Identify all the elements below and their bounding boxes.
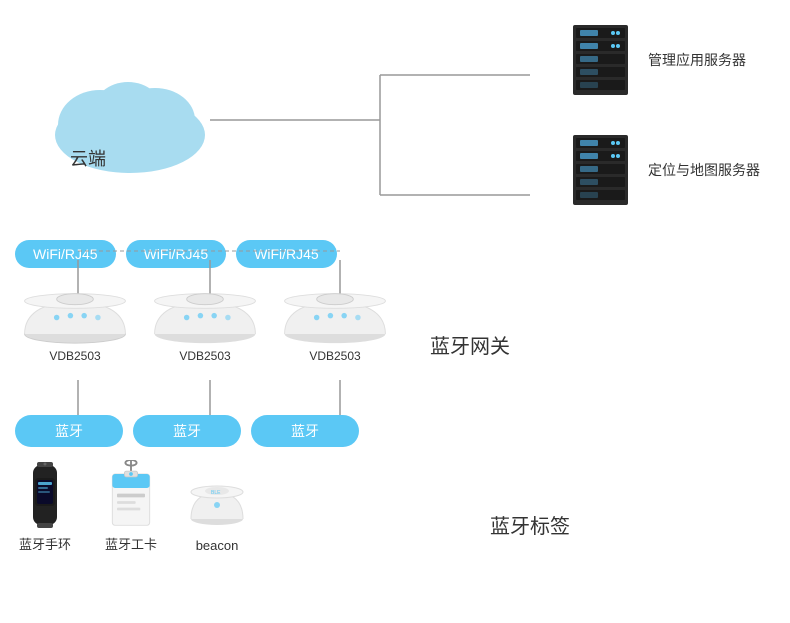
bt-badge-1: 蓝牙 <box>15 415 123 447</box>
server-label-management: 管理应用服务器 <box>648 50 746 70</box>
gateway-disk-1 <box>15 290 135 345</box>
gateway-disk-3 <box>275 290 395 345</box>
server-icon-location <box>568 130 638 210</box>
bt-tag-beacon: BLE beacon <box>187 474 247 553</box>
wifi-badge-1: WiFi/RJ45 <box>15 240 116 268</box>
bluetooth-gateway-label: 蓝牙网关 <box>430 330 510 359</box>
server-item-management: 管理应用服务器 <box>568 20 760 100</box>
server-icon-management <box>568 20 638 100</box>
wifi-bar: WiFi/RJ45 WiFi/RJ45 WiFi/RJ45 <box>15 240 337 268</box>
gateway-item-3: VDB2503 <box>275 290 395 363</box>
gateway-disk-2 <box>145 290 265 345</box>
wristband-icon <box>15 460 75 530</box>
wifi-badge-3: WiFi/RJ45 <box>236 240 337 268</box>
cloud-icon <box>40 60 220 180</box>
bt-tag-card: 蓝牙工卡 <box>105 460 157 553</box>
bt-tag-label-wristband: 蓝牙手环 <box>19 534 71 553</box>
cloud-label: 云端 <box>70 145 106 171</box>
gateway-label-3: VDB2503 <box>309 349 360 363</box>
svg-text:BLE: BLE <box>211 490 221 496</box>
server-item-location: 定位与地图服务器 <box>568 130 760 210</box>
bluetooth-bar: 蓝牙 蓝牙 蓝牙 <box>15 415 359 447</box>
server-label-location: 定位与地图服务器 <box>648 160 760 180</box>
cloud-container: 云端 <box>40 60 220 185</box>
gateway-item-1: VDB2503 <box>15 290 135 363</box>
bt-tag-wristband: 蓝牙手环 <box>15 460 75 553</box>
bluetooth-tag-label: 蓝牙标签 <box>490 510 570 539</box>
bt-badge-2: 蓝牙 <box>133 415 241 447</box>
gateways-row: VDB2503 VDB2503 VDB2503 <box>15 290 395 363</box>
bt-tags-row: 蓝牙手环 蓝牙工卡 BLE <box>15 460 247 553</box>
gateway-item-2: VDB2503 <box>145 290 265 363</box>
beacon-icon: BLE <box>187 474 247 534</box>
servers-container: 管理应用服务器 定位与地图服务器 <box>568 20 760 210</box>
bt-badge-3: 蓝牙 <box>251 415 359 447</box>
wifi-badge-2: WiFi/RJ45 <box>126 240 227 268</box>
card-icon <box>106 460 156 530</box>
bt-tag-label-beacon: beacon <box>196 538 239 553</box>
gateway-label-2: VDB2503 <box>179 349 230 363</box>
gateway-label-1: VDB2503 <box>49 349 100 363</box>
bt-tag-label-card: 蓝牙工卡 <box>105 534 157 553</box>
